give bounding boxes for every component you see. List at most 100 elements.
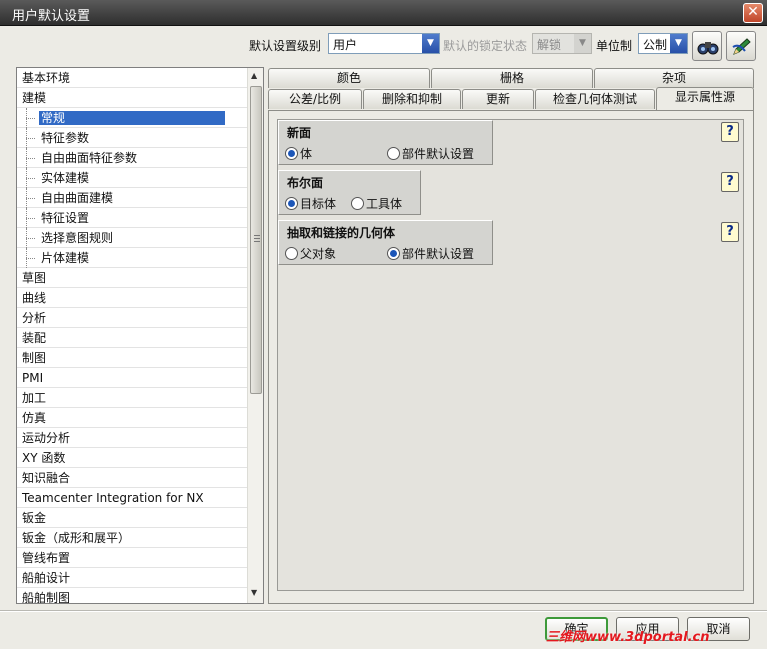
radio-dot[interactable] <box>387 147 400 160</box>
tab-display-attribute-source[interactable]: 显示属性源 <box>656 87 754 110</box>
group-title: 新面 <box>287 126 312 140</box>
units-label: 单位制 <box>596 39 633 53</box>
tree-item-label: 装配 <box>22 331 47 345</box>
tree-item-label: 草图 <box>22 271 47 285</box>
tree-item[interactable]: 建模 <box>17 88 248 108</box>
tree-item[interactable]: XY 函数 <box>17 448 248 468</box>
radio-part-default[interactable]: 部件默认设置 <box>387 245 474 262</box>
tree-item[interactable]: 常规 <box>17 108 248 128</box>
tree-item[interactable]: 运动分析 <box>17 428 248 448</box>
tree-item[interactable]: 加工 <box>17 388 248 408</box>
help-icon[interactable]: ? <box>721 122 739 142</box>
tree-item-label: 建模 <box>22 91 47 105</box>
units-select[interactable]: 公制 ▼ <box>638 33 688 54</box>
tree-item-label: 自由曲面建模 <box>41 191 114 205</box>
category-tree[interactable]: 船舶制图 船舶设计 管线布置 钣金（成形和展平） 钣金 Teamcenter Integr… <box>16 67 264 604</box>
tab-tolerance-scale[interactable]: 公差/比例 <box>268 89 362 109</box>
radio-part-default[interactable]: 部件默认设置 <box>387 145 474 162</box>
tree-item-label: 片体建模 <box>41 251 90 265</box>
lock-state-label: 默认的锁定状态 <box>443 39 528 53</box>
edit-pencil-icon <box>732 38 751 55</box>
scroll-thumb[interactable] <box>250 86 262 394</box>
tree-item-label: 运动分析 <box>22 431 71 445</box>
scroll-down-icon[interactable]: ▼ <box>251 588 257 597</box>
tree-item[interactable]: 基本环境 <box>17 68 248 88</box>
tree-item[interactable]: 仿真 <box>17 408 248 428</box>
close-icon[interactable]: ✕ <box>743 3 763 23</box>
chevron-down-icon[interactable]: ▼ <box>670 34 687 53</box>
find-button[interactable] <box>692 31 722 61</box>
tree-item[interactable]: 管线布置 <box>17 548 248 568</box>
window-title: 用户默认设置 <box>12 9 91 24</box>
radio-dot[interactable] <box>285 147 298 160</box>
tree-item[interactable]: 船舶设计 <box>17 568 248 588</box>
chevron-down-icon[interactable]: ▼ <box>574 34 591 53</box>
group-title: 布尔面 <box>287 176 324 190</box>
tree-item[interactable]: 分析 <box>17 308 248 328</box>
tree-item-label: 选择意图规则 <box>41 231 114 245</box>
radio-body[interactable]: 体 <box>285 145 312 162</box>
tree-scrollbar[interactable]: ▲ ▼ <box>247 68 263 603</box>
radio-dot[interactable] <box>285 197 298 210</box>
tree-item[interactable]: 实体建模 <box>17 168 248 188</box>
scroll-up-icon[interactable]: ▲ <box>251 71 257 80</box>
tree-item-label: 知识融合 <box>22 471 71 485</box>
tab-color[interactable]: 颜色 <box>268 68 430 88</box>
title-bar: 用户默认设置 ✕ <box>0 0 767 26</box>
tree-item[interactable]: 自由曲面建模 <box>17 188 248 208</box>
new-face-group: 新面 体 部件默认设置 <box>278 120 493 165</box>
help-icon[interactable]: ? <box>721 222 739 242</box>
tree-item-label: 基本环境 <box>22 71 71 85</box>
tree-item[interactable]: 钣金（成形和展平） <box>17 528 248 548</box>
edit-button[interactable] <box>726 31 756 61</box>
tree-item-label: Teamcenter Integration for NX <box>22 491 204 505</box>
divider <box>0 610 767 612</box>
tree-item-label: 仿真 <box>22 411 47 425</box>
tree-item-label: 船舶设计 <box>22 571 71 585</box>
user-defaults-dialog: 用户默认设置 ✕ 默认设置级别 用户 ▼ 默认的锁定状态 解锁 ▼ 单位制 公制… <box>0 0 767 649</box>
tree-item[interactable]: 特征参数 <box>17 128 248 148</box>
tree-item-label: 加工 <box>22 391 47 405</box>
tree-item[interactable]: 自由曲面特征参数 <box>17 148 248 168</box>
tab-misc[interactable]: 杂项 <box>594 68 754 88</box>
tree-item-label: 分析 <box>22 311 47 325</box>
radio-tool-body[interactable]: 工具体 <box>351 195 402 212</box>
group-title: 抽取和链接的几何体 <box>287 226 396 240</box>
tab-check-geometry[interactable]: 检查几何体测试 <box>535 89 655 109</box>
tree-item-label: 特征设置 <box>41 211 90 225</box>
radio-dot[interactable] <box>351 197 364 210</box>
tree-item[interactable]: 曲线 <box>17 288 248 308</box>
lock-state-select[interactable]: 解锁 ▼ <box>532 33 592 54</box>
tab-grid[interactable]: 栅格 <box>431 68 593 88</box>
defaults-level-select[interactable]: 用户 ▼ <box>328 33 440 54</box>
tree-item[interactable]: 特征设置 <box>17 208 248 228</box>
chevron-down-icon[interactable]: ▼ <box>422 34 439 53</box>
tree-item-label: 钣金 <box>22 511 47 525</box>
tree-item[interactable]: 钣金 <box>17 508 248 528</box>
settings-area: 新面 体 部件默认设置 布尔面 目标体 工具体 抽取和链接的几何体 父对象 部件… <box>277 119 744 591</box>
tree-item-label: 常规 <box>39 111 226 125</box>
radio-dot[interactable] <box>285 247 298 260</box>
tree-item-label: 特征参数 <box>41 131 90 145</box>
radio-target-body[interactable]: 目标体 <box>285 195 336 212</box>
tree-item[interactable]: 选择意图规则 <box>17 228 248 248</box>
tree-item-label: 钣金（成形和展平） <box>22 531 131 545</box>
tree-item-label: 自由曲面特征参数 <box>41 151 138 165</box>
tree-item[interactable]: 装配 <box>17 328 248 348</box>
defaults-level-label: 默认设置级别 <box>249 39 322 53</box>
tree-item[interactable]: 制图 <box>17 348 248 368</box>
tree-item[interactable]: 片体建模 <box>17 248 248 268</box>
tree-item[interactable]: PMI <box>17 368 248 388</box>
help-icon[interactable]: ? <box>721 172 739 192</box>
binoculars-icon <box>697 42 719 55</box>
radio-dot[interactable] <box>387 247 400 260</box>
tree-item[interactable]: Teamcenter Integration for NX <box>17 488 248 508</box>
units-value: 公制 <box>643 38 668 52</box>
tree-item[interactable]: 知识融合 <box>17 468 248 488</box>
tab-panel: 新面 体 部件默认设置 布尔面 目标体 工具体 抽取和链接的几何体 父对象 部件… <box>268 110 754 604</box>
radio-parent-object[interactable]: 父对象 <box>285 245 336 262</box>
tab-update[interactable]: 更新 <box>462 89 534 109</box>
tab-delete-suppress[interactable]: 删除和抑制 <box>363 89 461 109</box>
tree-item[interactable]: 草图 <box>17 268 248 288</box>
tree-item[interactable]: 船舶制图 <box>17 588 248 603</box>
